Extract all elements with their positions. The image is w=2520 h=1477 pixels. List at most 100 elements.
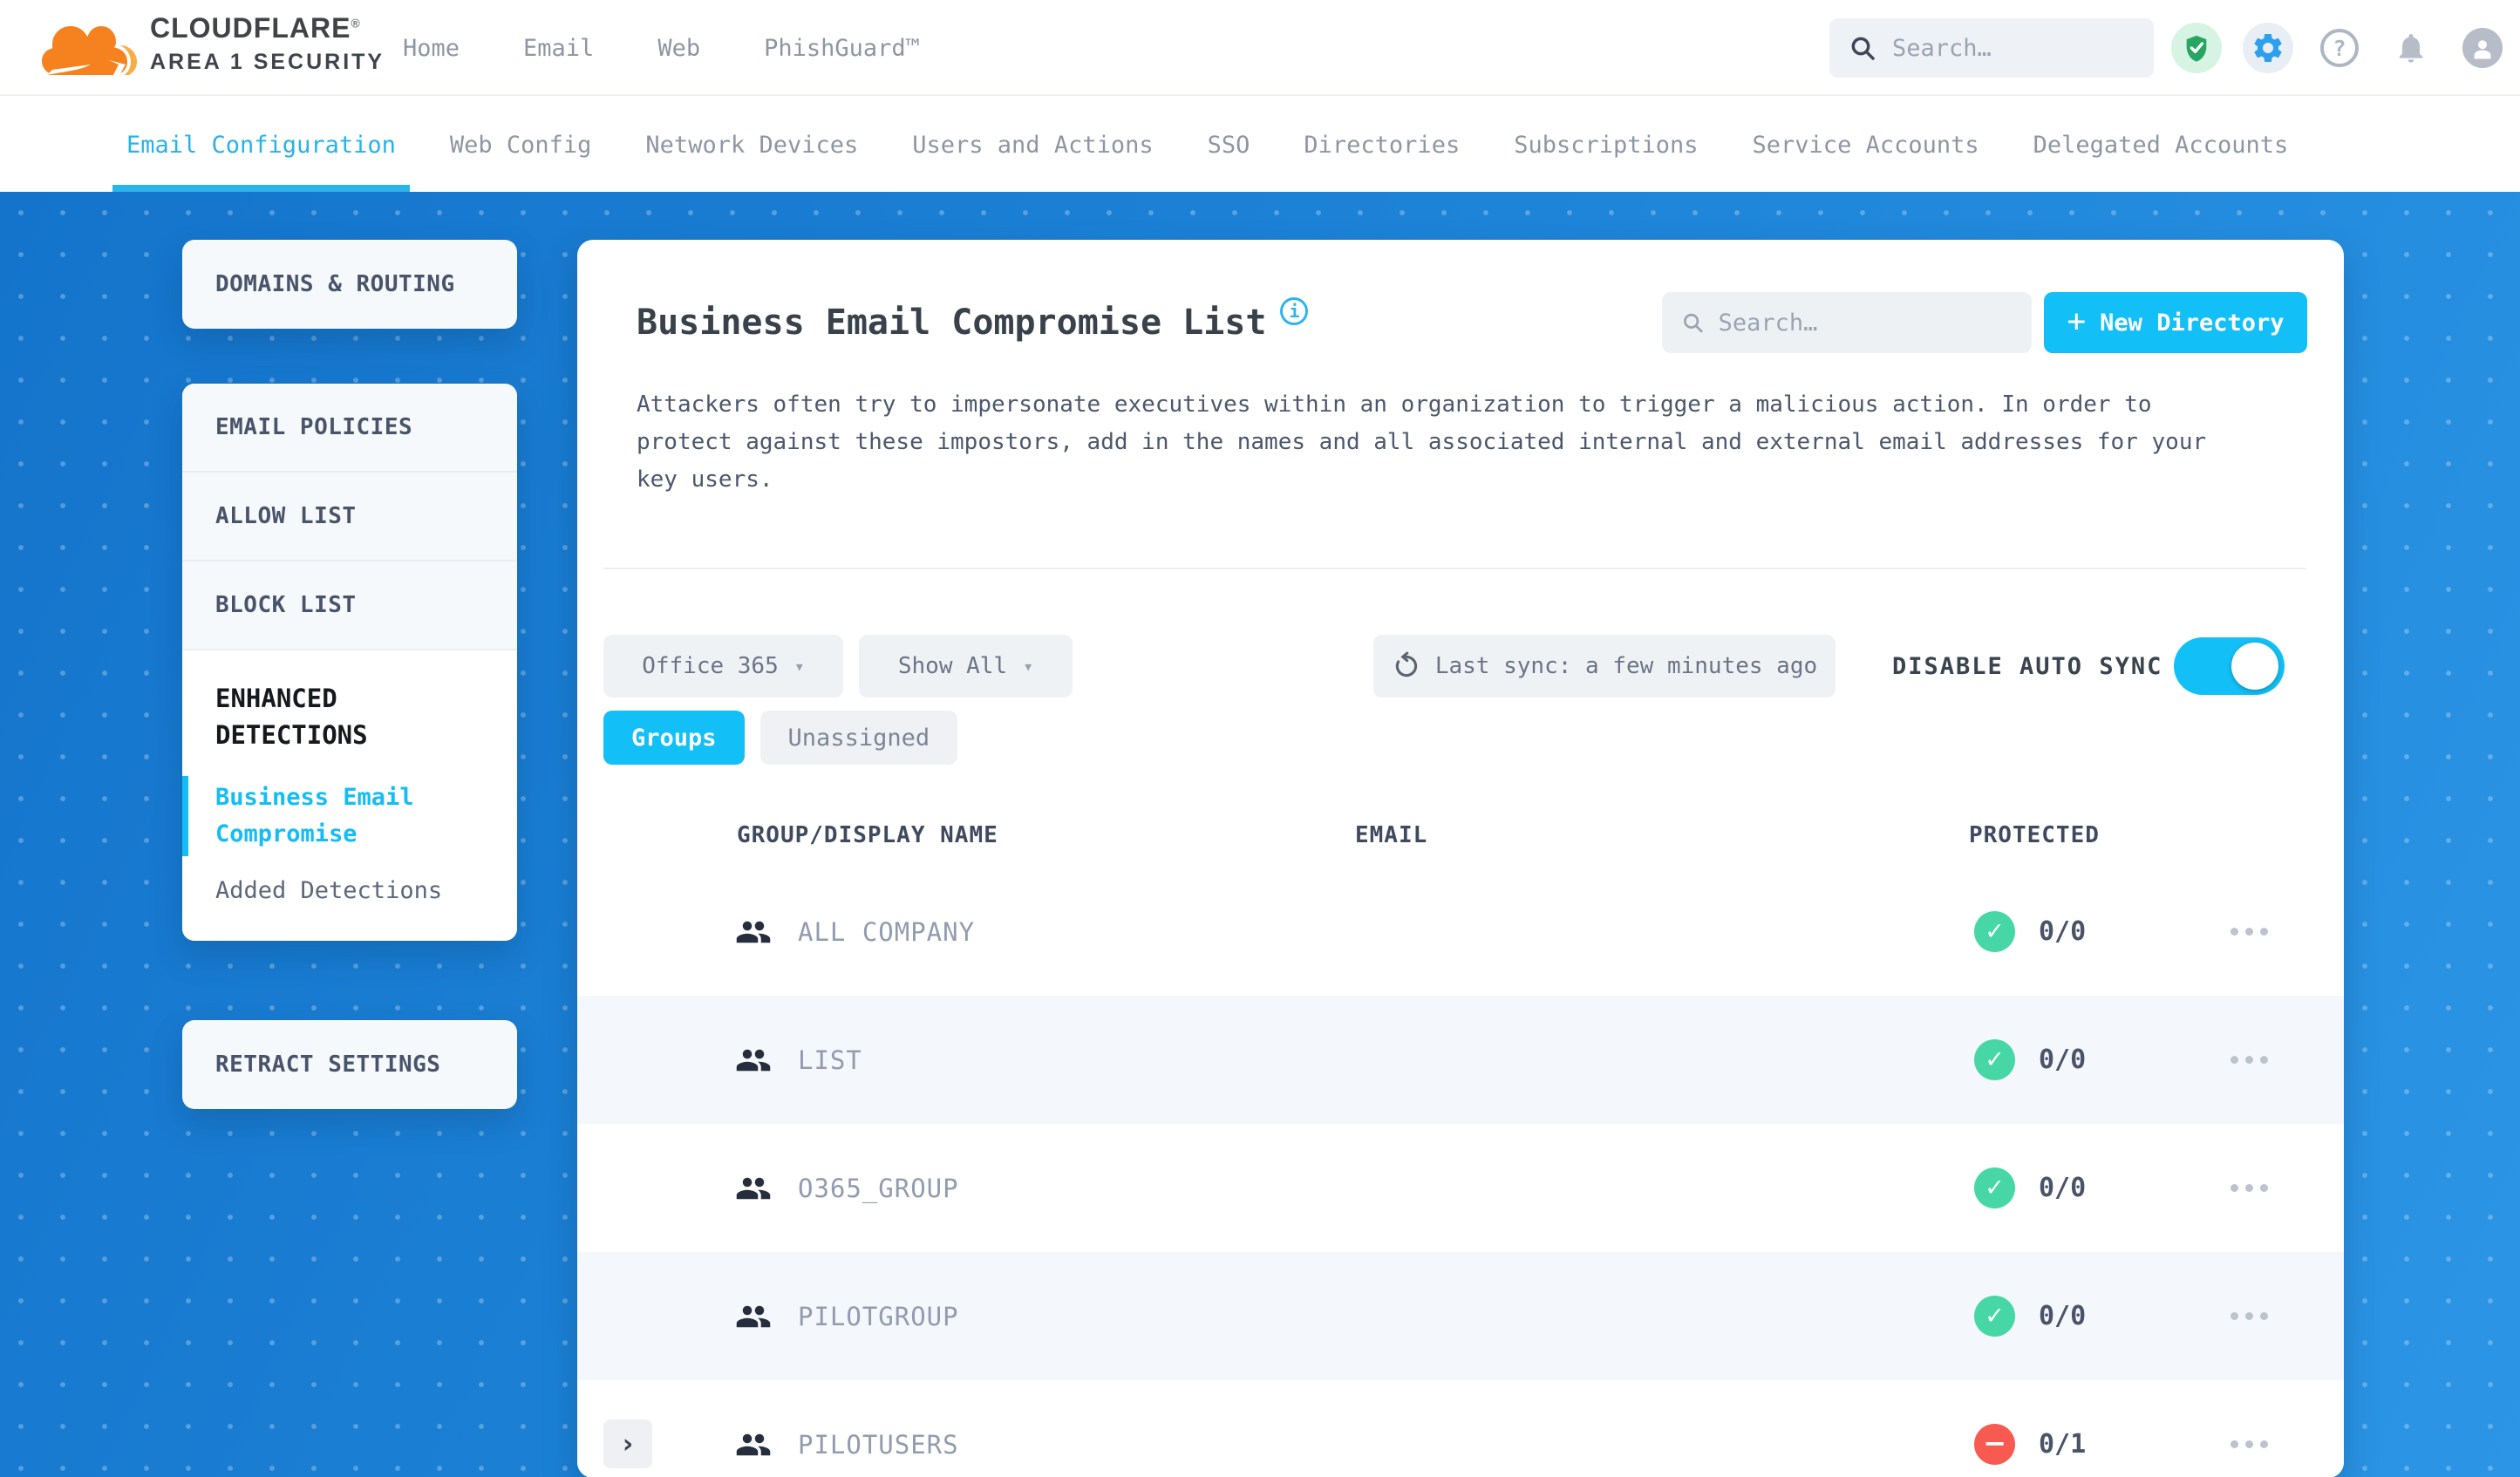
group-name: LIST <box>798 1045 862 1075</box>
list-search[interactable] <box>1662 292 2032 353</box>
row-menu-button[interactable] <box>2231 1433 2286 1455</box>
protected-status-icon <box>1974 1039 2015 1080</box>
brand-subtitle: AREA 1 SECURITY <box>150 50 385 74</box>
column-group-display-name: GROUP/DISPLAY NAME <box>737 822 998 848</box>
group-icon <box>735 1170 772 1210</box>
list-search-input[interactable] <box>1718 309 2013 337</box>
subnav-tab[interactable]: SSO <box>1194 98 1264 192</box>
registered-mark: ® <box>351 16 361 31</box>
protected-count: 0/0 <box>2039 916 2087 947</box>
subnav-tab[interactable]: Service Accounts <box>1739 98 1993 192</box>
search-icon <box>1851 37 1875 60</box>
last-sync-button[interactable]: Last sync: a few minutes ago <box>1373 635 1836 698</box>
divider <box>603 568 2306 569</box>
subnav-tab[interactable]: Users and Actions <box>898 98 1167 192</box>
expand-row-button[interactable] <box>603 1419 652 1468</box>
protected-status-icon <box>1974 1296 2015 1337</box>
subnav-tab[interactable]: Subscriptions <box>1500 98 1712 192</box>
column-email: EMAIL <box>1355 822 1428 848</box>
group-name: O365_GROUP <box>798 1173 959 1203</box>
topbar-icons: ? <box>2171 0 2508 96</box>
new-directory-label: New Directory <box>2100 309 2285 337</box>
row-menu-button[interactable] <box>2231 1048 2286 1071</box>
auto-sync-toggle[interactable] <box>2174 637 2285 695</box>
new-directory-button[interactable]: + New Directory <box>2044 292 2307 353</box>
sidebar-item-business-email-compromise[interactable]: Business Email Compromise <box>182 776 484 856</box>
table-row[interactable]: O365_GROUP 0/0 <box>577 1124 2344 1252</box>
subnav-tab[interactable]: Email Configuration <box>112 98 410 192</box>
protected-count: 0/1 <box>2039 1429 2087 1460</box>
search-icon <box>1684 313 1703 333</box>
plus-icon: + <box>2067 303 2087 339</box>
top-nav: Home Email Web PhishGuard™ <box>403 0 920 96</box>
protected-status-icon <box>1974 911 2015 952</box>
chevron-down-icon: ▾ <box>793 656 805 677</box>
protected-status-icon <box>1974 1167 2015 1208</box>
page-background: DOMAINS & ROUTING EMAIL POLICIES ALLOW L… <box>0 192 2520 1477</box>
row-menu-button[interactable] <box>2231 1304 2286 1327</box>
top-bar: CLOUDFLARE® AREA 1 SECURITY Home Email Web… <box>0 0 2520 96</box>
subnav-tab[interactable]: Web Config <box>436 98 606 192</box>
group-icon <box>735 914 772 954</box>
view-tabs: Groups Unassigned <box>603 711 958 765</box>
filter-row: Office 365 ▾ Show All ▾ Last sync: a few… <box>577 635 2344 698</box>
page-description: Attackers often try to impersonate execu… <box>637 391 2207 493</box>
directory-select-value: Office 365 <box>642 653 779 679</box>
directory-select[interactable]: Office 365 ▾ <box>603 635 843 698</box>
tab-unassigned[interactable]: Unassigned <box>759 711 958 765</box>
protected-count: 0/0 <box>2039 1173 2087 1203</box>
app-root: CLOUDFLARE® AREA 1 SECURITY Home Email Web… <box>0 0 2520 1477</box>
table-row[interactable]: PILOTUSERS 0/1 <box>577 1380 2344 1477</box>
topnav-item[interactable]: Web <box>657 35 700 62</box>
show-filter-select[interactable]: Show All ▾ <box>859 635 1073 698</box>
brand-text: CLOUDFLARE® AREA 1 SECURITY <box>150 12 385 75</box>
chevron-right-icon <box>623 1429 633 1460</box>
group-icon <box>735 1426 772 1467</box>
topnav-item[interactable]: Home <box>403 35 460 62</box>
user-avatar-icon[interactable] <box>2457 23 2508 73</box>
sub-nav: Email Configuration Web Config Network Dev… <box>0 98 2520 192</box>
sidebar-card-retract-settings: RETRACT SETTINGS <box>182 1020 517 1109</box>
table-row[interactable]: LIST 0/0 <box>577 996 2344 1124</box>
topnav-item[interactable]: Email <box>523 35 594 62</box>
cloudflare-logo-icon <box>37 7 143 89</box>
subnav-tab[interactable]: Directories <box>1290 98 1474 192</box>
row-menu-button[interactable] <box>2231 920 2286 943</box>
protected-status-icon <box>1974 1424 2015 1465</box>
group-name: PILOTUSERS <box>798 1429 959 1460</box>
sidebar-item-email-policies[interactable]: EMAIL POLICIES <box>182 384 517 473</box>
global-search-input[interactable] <box>1892 34 2135 62</box>
sidebar-item-domains-routing[interactable]: DOMAINS & ROUTING <box>182 240 517 329</box>
protected-count: 0/0 <box>2039 1045 2087 1075</box>
chevron-down-icon: ▾ <box>1023 656 1034 677</box>
subnav-tab[interactable]: Network Devices <box>631 98 872 192</box>
global-search[interactable] <box>1829 18 2154 78</box>
subnav-tab[interactable]: Delegated Accounts <box>2019 98 2303 192</box>
sidebar-item-block-list[interactable]: BLOCK LIST <box>182 562 517 650</box>
sidebar-card-domains-routing: DOMAINS & ROUTING <box>182 240 517 329</box>
security-shield-icon[interactable] <box>2171 23 2222 73</box>
table-row[interactable]: PILOTGROUP 0/0 <box>577 1252 2344 1380</box>
column-protected: PROTECTED <box>1969 822 2100 848</box>
main-panel: Business Email Compromise List i + New D… <box>577 240 2344 1477</box>
gear-icon[interactable] <box>2243 23 2293 73</box>
sidebar-item-allow-list[interactable]: ALLOW LIST <box>182 473 517 562</box>
notifications-bell-icon[interactable] <box>2386 23 2436 73</box>
tab-groups[interactable]: Groups <box>603 711 745 765</box>
row-menu-button[interactable] <box>2231 1176 2286 1199</box>
help-icon[interactable]: ? <box>2314 23 2365 73</box>
info-icon[interactable]: i <box>1280 297 1309 325</box>
sidebar-item-retract-settings[interactable]: RETRACT SETTINGS <box>182 1020 517 1109</box>
sidebar-item-enhanced-detections[interactable]: ENHANCED DETECTIONS <box>215 680 484 753</box>
protected-count: 0/0 <box>2039 1301 2087 1331</box>
sidebar-section-enhanced-detections: ENHANCED DETECTIONS Business Email Compr… <box>182 650 517 941</box>
last-sync-label: Last sync: a few minutes ago <box>1434 653 1818 679</box>
group-name: PILOTGROUP <box>798 1301 959 1331</box>
panel-header: Business Email Compromise List i + New D… <box>637 290 2307 355</box>
table-header: GROUP/DISPLAY NAME EMAIL PROTECTED <box>577 822 2344 861</box>
show-filter-value: Show All <box>897 653 1008 679</box>
group-name: ALL COMPANY <box>798 916 976 947</box>
table-row[interactable]: ALL COMPANY 0/0 <box>577 868 2344 996</box>
sidebar-item-added-detections[interactable]: Added Detections <box>215 877 484 904</box>
topnav-item[interactable]: PhishGuard™ <box>764 35 920 62</box>
